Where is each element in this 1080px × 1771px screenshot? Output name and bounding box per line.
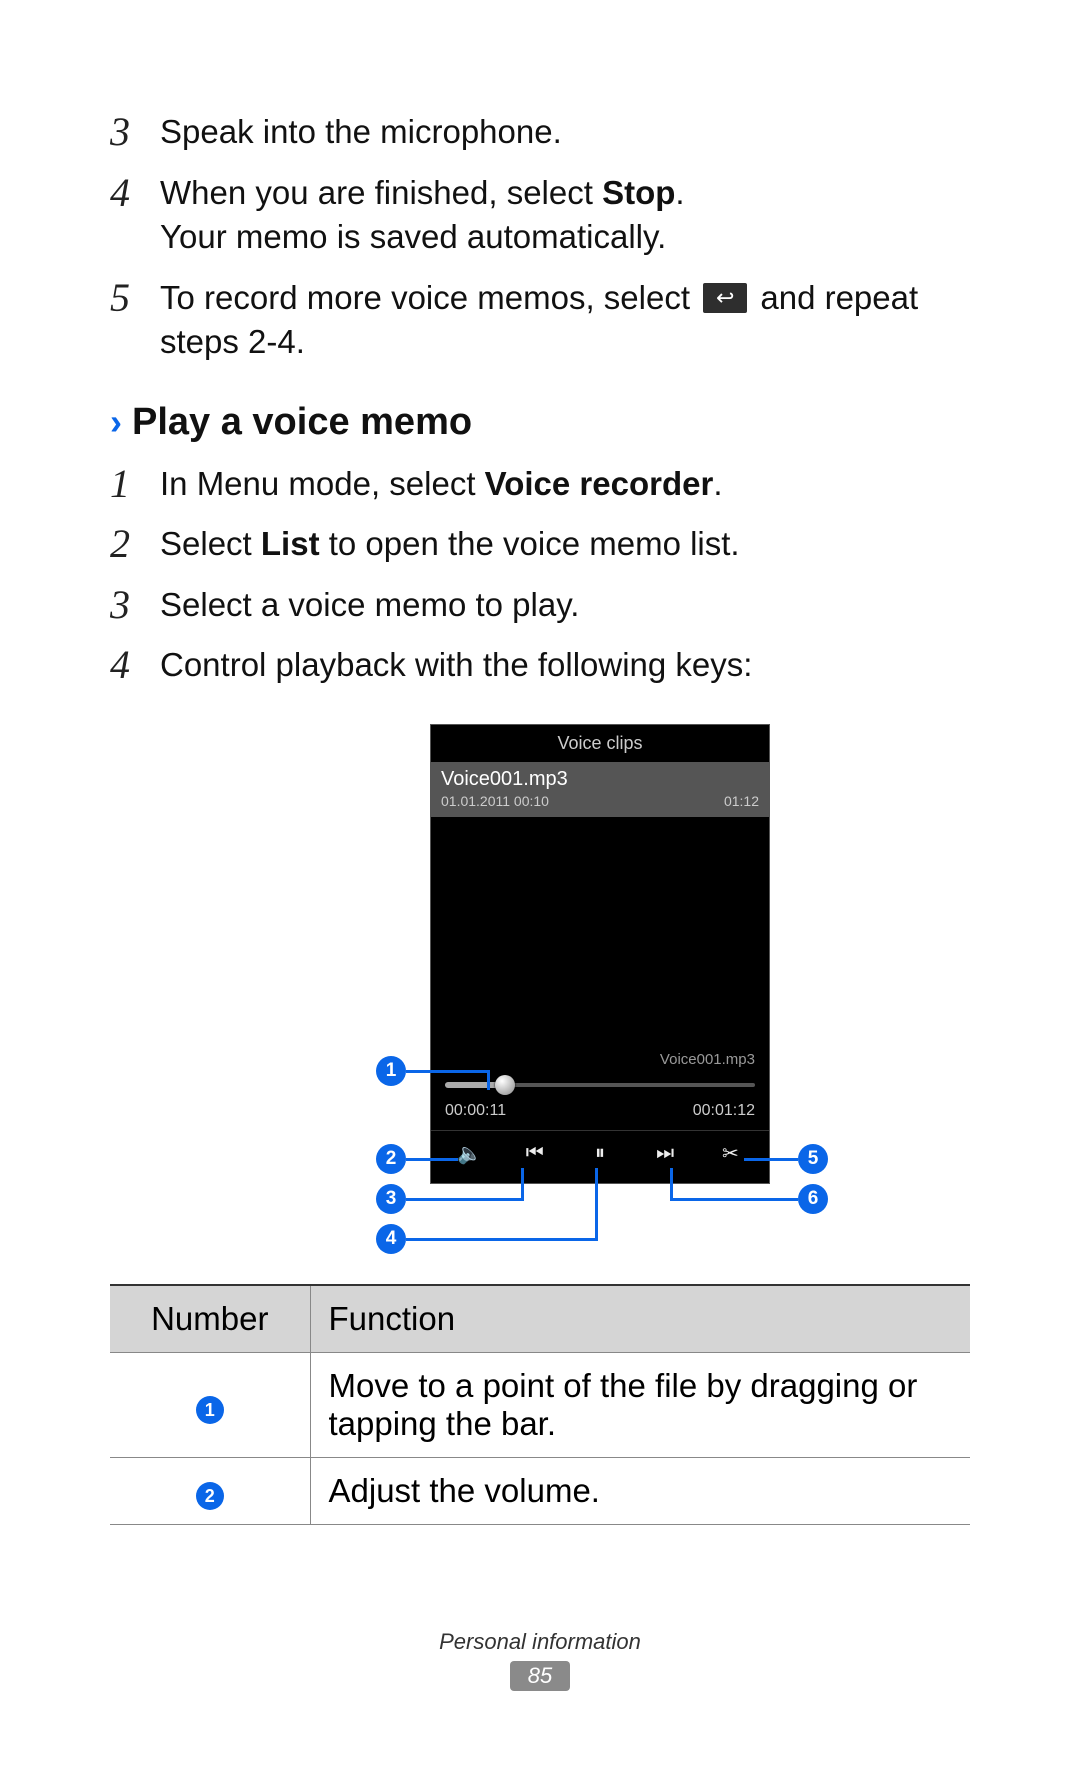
row-fn-2: Adjust the volume. (310, 1457, 970, 1525)
step-text: Control playback with the following keys… (160, 643, 752, 688)
playback-controls: 🔈 ⏮ ⏸ ⏭ ✂ (431, 1130, 769, 1178)
play-steps: 1 In Menu mode, select Voice recorder. 2… (110, 462, 970, 688)
step-number: 5 (110, 276, 160, 318)
prev-icon[interactable]: ⏮ (515, 1142, 555, 1165)
pause-icon[interactable]: ⏸ (580, 1142, 620, 1165)
progress-thumb[interactable] (495, 1075, 515, 1095)
line-1v (487, 1070, 490, 1090)
line-4h (406, 1238, 598, 1241)
progress-fill (445, 1082, 501, 1088)
chevron-icon: › (110, 404, 122, 440)
clip-date: 01.01.2011 00:10 (441, 793, 549, 809)
progress-bar[interactable] (445, 1074, 755, 1096)
play-step-4: 4 Control playback with the following ke… (110, 643, 970, 688)
line-1h (406, 1070, 490, 1073)
row-badge-1: 1 (196, 1396, 224, 1424)
step-number: 3 (110, 583, 160, 625)
clip-row: Voice001.mp3 01.01.2011 00:10 01:12 (431, 762, 769, 817)
th-number: Number (110, 1285, 310, 1353)
play-step-2: 2 Select List to open the voice memo lis… (110, 522, 970, 567)
screen-title: Voice clips (431, 725, 769, 762)
table-row: 2 Adjust the volume. (110, 1457, 970, 1525)
section-title: Play a voice memo (132, 401, 472, 444)
step-number: 4 (110, 643, 160, 685)
step-text: Select List to open the voice memo list. (160, 522, 740, 567)
page-footer: Personal information 85 (0, 1629, 1080, 1691)
callout-4: 4 (376, 1224, 406, 1254)
step-number: 4 (110, 171, 160, 213)
step-5: 5 To record more voice memos, select ↩ a… (110, 276, 970, 365)
row-badge-2: 2 (196, 1482, 224, 1510)
phone-body (431, 817, 769, 1047)
clip-filename: Voice001.mp3 (441, 768, 759, 791)
step-text: Speak into the microphone. (160, 110, 562, 155)
callout-3: 3 (376, 1184, 406, 1214)
line-2 (406, 1158, 458, 1161)
callout-5: 5 (798, 1144, 828, 1174)
callout-2: 2 (376, 1144, 406, 1174)
line-6h (670, 1198, 798, 1201)
callout-1: 1 (376, 1056, 406, 1086)
footer-section: Personal information (0, 1629, 1080, 1655)
time-elapsed: 00:00:11 (445, 1102, 506, 1120)
screenshot-diagram: Voice clips Voice001.mp3 01.01.2011 00:1… (110, 724, 970, 1264)
volume-icon[interactable]: 🔈 (450, 1141, 490, 1166)
step-text: In Menu mode, select Voice recorder. (160, 462, 723, 507)
line-3v (521, 1168, 524, 1201)
step-number: 3 (110, 110, 160, 152)
clip-duration: 01:12 (724, 793, 759, 809)
step-number: 1 (110, 462, 160, 504)
record-steps-continued: 3 Speak into the microphone. 4 When you … (110, 110, 970, 365)
trim-icon[interactable]: ✂ (710, 1141, 750, 1166)
page-number: 85 (510, 1661, 570, 1691)
step-number: 2 (110, 522, 160, 564)
section-heading: › Play a voice memo (110, 401, 970, 444)
play-step-1: 1 In Menu mode, select Voice recorder. (110, 462, 970, 507)
line-6v (670, 1168, 673, 1201)
step-3: 3 Speak into the microphone. (110, 110, 970, 155)
step-text: When you are finished, select Stop. Your… (160, 171, 685, 260)
line-3h (406, 1198, 524, 1201)
phone-mock: Voice clips Voice001.mp3 01.01.2011 00:1… (430, 724, 770, 1184)
line-5 (744, 1158, 798, 1161)
back-icon: ↩ (703, 283, 747, 313)
callout-6: 6 (798, 1184, 828, 1214)
line-4v (595, 1168, 598, 1241)
step-4: 4 When you are finished, select Stop. Yo… (110, 171, 970, 260)
step-text: To record more voice memos, select ↩ and… (160, 276, 970, 365)
next-icon[interactable]: ⏭ (645, 1142, 685, 1165)
table-row: 1 Move to a point of the file by draggin… (110, 1352, 970, 1457)
step-text: Select a voice memo to play. (160, 583, 579, 628)
time-total: 00:01:12 (693, 1102, 755, 1120)
play-step-3: 3 Select a voice memo to play. (110, 583, 970, 628)
th-function: Function (310, 1285, 970, 1353)
function-table: Number Function 1 Move to a point of the… (110, 1284, 970, 1526)
row-fn-1: Move to a point of the file by dragging … (310, 1352, 970, 1457)
